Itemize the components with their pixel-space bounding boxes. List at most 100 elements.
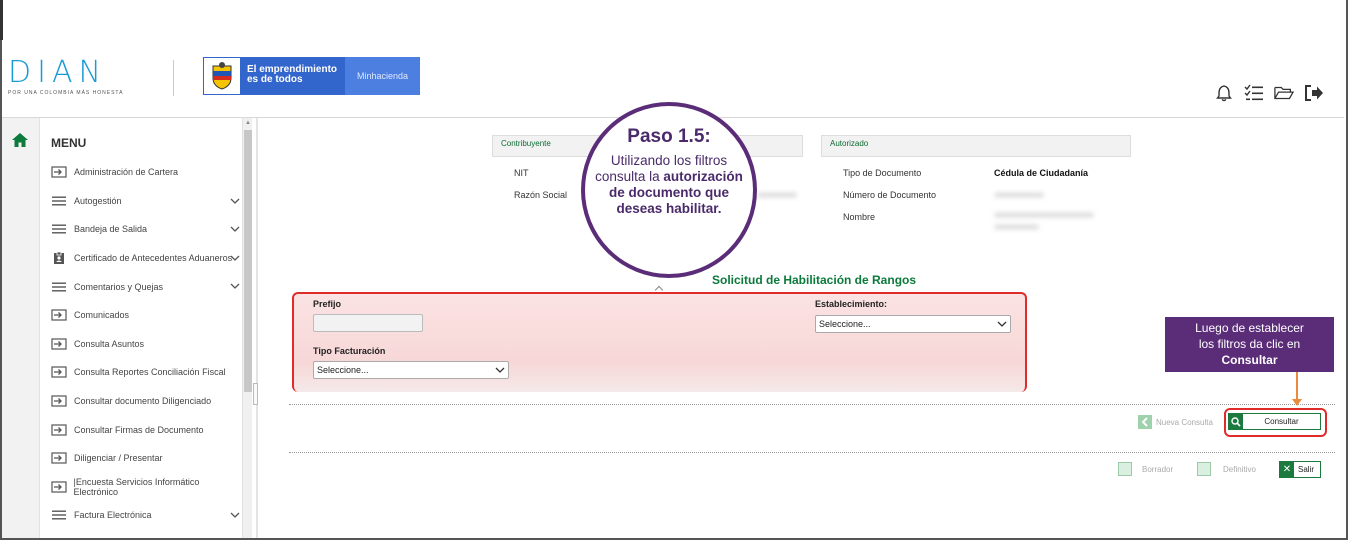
separator-2: [289, 452, 1335, 453]
dian-logo[interactable]: DIAN POR UNA COLOMBIA MÁS HONESTA: [8, 58, 148, 98]
enter-icon: [50, 480, 68, 494]
prefijo-input[interactable]: [313, 314, 423, 332]
tip-arrow: [1296, 372, 1298, 402]
tipo-facturacion-selected: Seleccione...: [317, 365, 369, 375]
enter-icon: [50, 165, 68, 179]
chevron-down-icon: [997, 319, 1007, 331]
sidebar-rail: [2, 118, 40, 538]
hamburger-icon: [50, 508, 68, 522]
scroll-up-arrow-icon[interactable]: ▲: [245, 120, 251, 126]
header-separator: [173, 60, 174, 96]
redacted-numero-documento: [994, 192, 1044, 198]
close-icon: ✕: [1280, 462, 1294, 477]
establecimiento-selected: Seleccione...: [819, 319, 871, 329]
dian-logo-slogan: POR UNA COLOMBIA MÁS HONESTA: [8, 90, 124, 96]
home-icon[interactable]: [11, 132, 29, 153]
sidebar-menu: MENU Administración de Cartera Autogestió…: [40, 118, 242, 538]
sidebar-item-label: Administración de Cartera: [74, 167, 179, 178]
borrador-button[interactable]: Borrador: [1118, 461, 1173, 477]
hamburger-icon: [50, 194, 68, 208]
tip-bold: Consultar: [1221, 353, 1278, 367]
clipboard-icon: [50, 251, 68, 265]
sidebar-item[interactable]: Consulta Asuntos: [50, 330, 242, 359]
gov-slogan: El emprendimiento es de todos: [241, 57, 345, 95]
redacted-nombre-2: [994, 224, 1039, 230]
scroll-thumb[interactable]: [244, 130, 252, 392]
sidebar-item-label: Comentarios y Quejas: [74, 281, 164, 292]
chevron-left-icon: [1138, 415, 1152, 429]
sidebar-item[interactable]: |Encuesta Servicios Informático Electrón…: [50, 473, 242, 502]
step-callout-body: Utilizando los filtros consulta la autor…: [595, 153, 743, 217]
enter-icon: [50, 308, 68, 322]
tip-arrow-head: [1292, 399, 1302, 406]
sidebar-collapse-handle[interactable]: [253, 383, 258, 405]
tipo-facturacion-select[interactable]: Seleccione...: [313, 361, 509, 379]
nueva-consulta-label: Nueva Consulta: [1156, 417, 1213, 427]
sidebar-item-label: Consulta Asuntos: [74, 338, 145, 349]
sidebar-item-label: Diligenciar / Presentar: [74, 453, 163, 464]
sidebar-item[interactable]: Comentarios y Quejas: [50, 272, 242, 301]
gov-slogan-line2: es de todos: [247, 74, 303, 85]
sidebar-item[interactable]: Administración de Cartera: [50, 158, 242, 187]
sidebar-item[interactable]: Autogestión: [50, 187, 242, 216]
sidebar-scrollbar[interactable]: ▲: [242, 118, 252, 538]
sidebar-item[interactable]: Consultar Firmas de Documento: [50, 415, 242, 444]
consultar-button[interactable]: Consultar: [1228, 413, 1321, 430]
chevron-down-icon[interactable]: [230, 253, 240, 265]
sidebar-item[interactable]: Consultar documento Diligenciado: [50, 387, 242, 416]
nueva-consulta-button[interactable]: Nueva Consulta: [1138, 414, 1213, 430]
establecimiento-select[interactable]: Seleccione...: [815, 315, 1011, 333]
grid-icon: [1197, 462, 1211, 476]
chevron-down-icon[interactable]: [230, 196, 240, 208]
sidebar-item[interactable]: Factura Electrónica: [50, 501, 242, 530]
sidebar-item-label: Certificado de Antecedentes Aduaneros: [74, 253, 233, 264]
tip-line2: los filtros da clic en: [1198, 337, 1301, 351]
frame-corner: [0, 0, 3, 40]
sidebar-item[interactable]: Comunicados: [50, 301, 242, 330]
folder-open-icon[interactable]: [1274, 83, 1294, 103]
sidebar-item-label: Bandeja de Salida: [74, 224, 148, 235]
consultar-label: Consultar: [1264, 417, 1299, 426]
numero-documento-label: Número de Documento: [843, 190, 937, 200]
document-icon: [1118, 462, 1132, 476]
menu-list: Administración de Cartera Autogestión Band…: [50, 158, 242, 530]
list-check-icon[interactable]: [1244, 83, 1264, 103]
sidebar-item[interactable]: Bandeja de Salida: [50, 215, 242, 244]
autorizado-header: Autorizado: [821, 135, 1131, 157]
sidebar-item-label: Autogestión: [74, 195, 122, 206]
sidebar-item[interactable]: Certificado de Antecedentes Aduaneros: [50, 244, 242, 273]
nit-label: NIT: [514, 168, 529, 178]
step-callout-title: Paso 1.5:: [627, 126, 711, 147]
sidebar-item[interactable]: Consulta Reportes Conciliación Fiscal: [50, 358, 242, 387]
salir-label: Salir: [1298, 465, 1315, 474]
chevron-down-icon[interactable]: [230, 224, 240, 236]
borrador-label: Borrador: [1142, 464, 1174, 474]
hamburger-icon: [50, 280, 68, 294]
tipo-documento-value: Cédula de Ciudadanía: [994, 168, 1089, 178]
sidebar-item-label: Factura Electrónica: [74, 510, 152, 521]
logout-icon[interactable]: [1304, 83, 1324, 103]
tipo-documento-label: Tipo de Documento: [843, 168, 922, 178]
enter-icon: [50, 337, 68, 351]
form-title: Solicitud de Habilitación de Rangos: [712, 273, 917, 287]
enter-icon: [50, 394, 68, 408]
sidebar-item-label: Consultar documento Diligenciado: [74, 396, 212, 407]
definitivo-label: Definitivo: [1223, 464, 1256, 474]
sidebar-item[interactable]: Diligenciar / Presentar: [50, 444, 242, 473]
header-actions: [1214, 83, 1324, 103]
sidebar-item-label: |Encuesta Servicios Informático Electrón…: [73, 476, 200, 497]
sidebar-item-label: Comunicados: [74, 310, 130, 321]
definitivo-button[interactable]: Definitivo: [1197, 461, 1256, 477]
sidebar-item-label: Consultar Firmas de Documento: [74, 424, 204, 435]
bell-icon[interactable]: [1214, 83, 1234, 103]
prefijo-label: Prefijo: [313, 299, 342, 309]
establecimiento-label: Establecimiento:: [815, 299, 888, 309]
tip-line1: Luego de establecer: [1195, 321, 1304, 335]
enter-icon: [50, 451, 68, 465]
salir-button[interactable]: ✕ Salir: [1279, 461, 1321, 478]
chevron-down-icon[interactable]: [230, 281, 240, 293]
chevron-down-icon[interactable]: [230, 510, 240, 522]
redacted-nombre-1: [994, 212, 1094, 218]
filters-highlight: Prefijo Establecimiento: Seleccione... T…: [292, 292, 1027, 392]
tip-callout: Luego de establecer los filtros da clic …: [1165, 317, 1334, 372]
